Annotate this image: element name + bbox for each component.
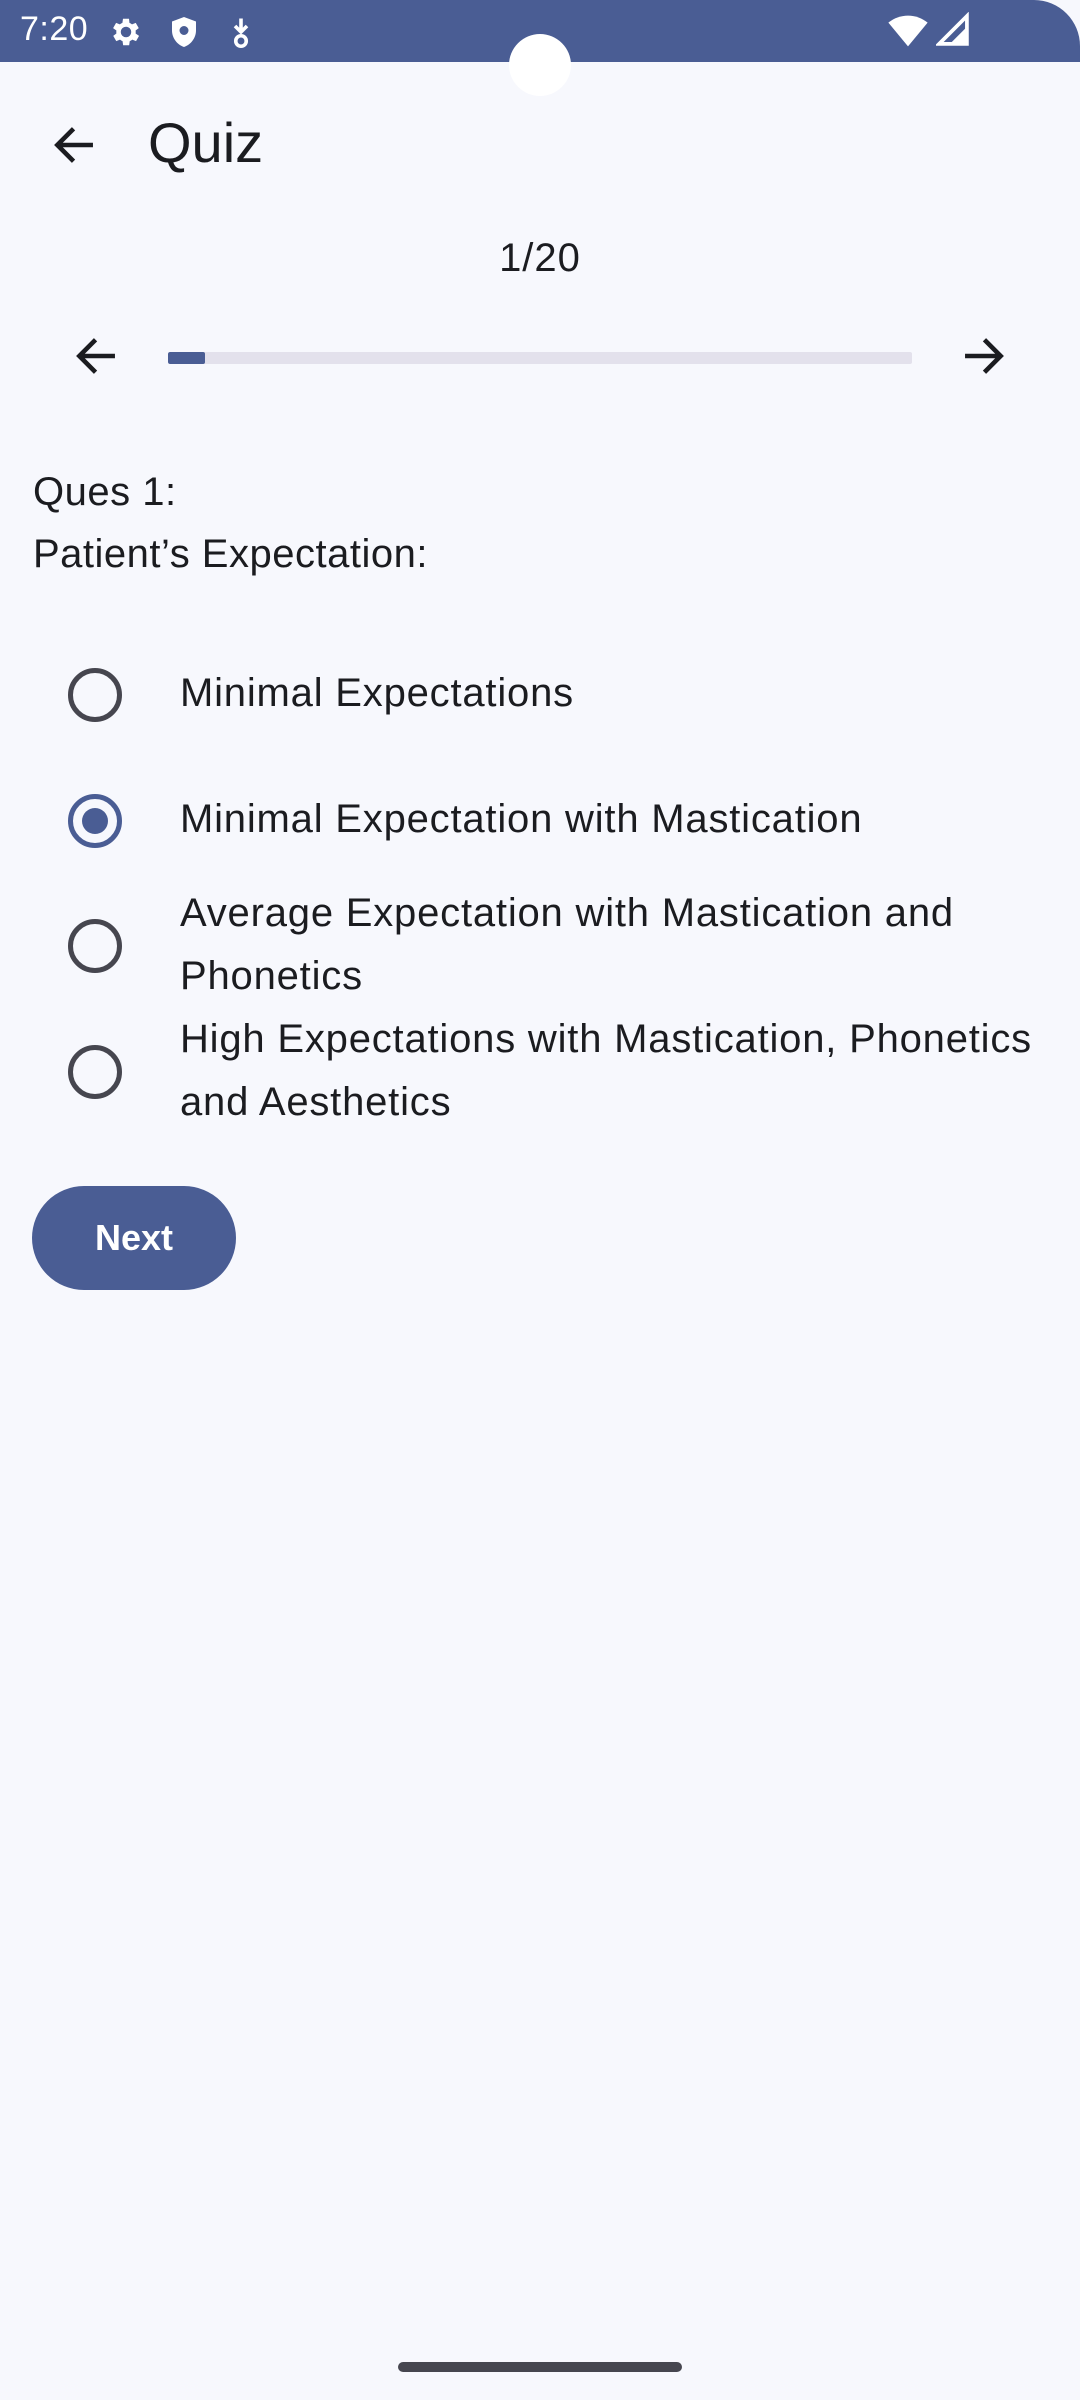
radio-button[interactable] [68, 1045, 122, 1099]
next-question-button[interactable] [944, 320, 1024, 396]
camera-cutout [509, 34, 571, 96]
quiz-screen: 7:20 Quiz 1/20 Ques 1: Patient’s Expecta… [0, 0, 1080, 2400]
radio-button[interactable] [68, 794, 122, 848]
arrow-left-icon [71, 331, 121, 386]
option-4[interactable]: High Expectations with Mastication, Phon… [0, 1008, 1080, 1134]
signal-icon [934, 11, 970, 53]
previous-question-button[interactable] [56, 320, 136, 396]
wifi-icon [888, 12, 928, 53]
question-number: Ques 1: [33, 470, 177, 514]
home-indicator[interactable] [398, 2362, 682, 2372]
progress-bar [168, 352, 912, 364]
shield-icon [166, 14, 202, 55]
option-2[interactable]: Minimal Expectation with Mastication [0, 788, 1080, 851]
status-time: 7:20 [20, 10, 89, 48]
progress-bar-fill [168, 352, 206, 364]
arrow-right-icon [959, 331, 1009, 386]
option-label: Average Expectation with Mastication and… [180, 891, 954, 998]
radio-button[interactable] [68, 919, 122, 973]
option-label: High Expectations with Mastication, Phon… [180, 1017, 1032, 1124]
gear-icon [108, 14, 144, 55]
option-1[interactable]: Minimal Expectations [0, 662, 1080, 725]
progress-count: 1/20 [499, 236, 581, 280]
radio-button[interactable] [68, 668, 122, 722]
option-label: Minimal Expectation with Mastication [180, 797, 863, 841]
back-button[interactable] [30, 112, 118, 182]
option-label: Minimal Expectations [180, 671, 574, 715]
arrow-left-icon [49, 120, 99, 175]
question-text: Patient’s Expectation: [33, 532, 428, 576]
app-bar: Quiz [0, 90, 1080, 202]
option-3[interactable]: Average Expectation with Mastication and… [0, 882, 1080, 1008]
next-button[interactable]: Next [32, 1186, 236, 1290]
page-title: Quiz [148, 111, 264, 174]
download-notification-icon [226, 14, 256, 55]
